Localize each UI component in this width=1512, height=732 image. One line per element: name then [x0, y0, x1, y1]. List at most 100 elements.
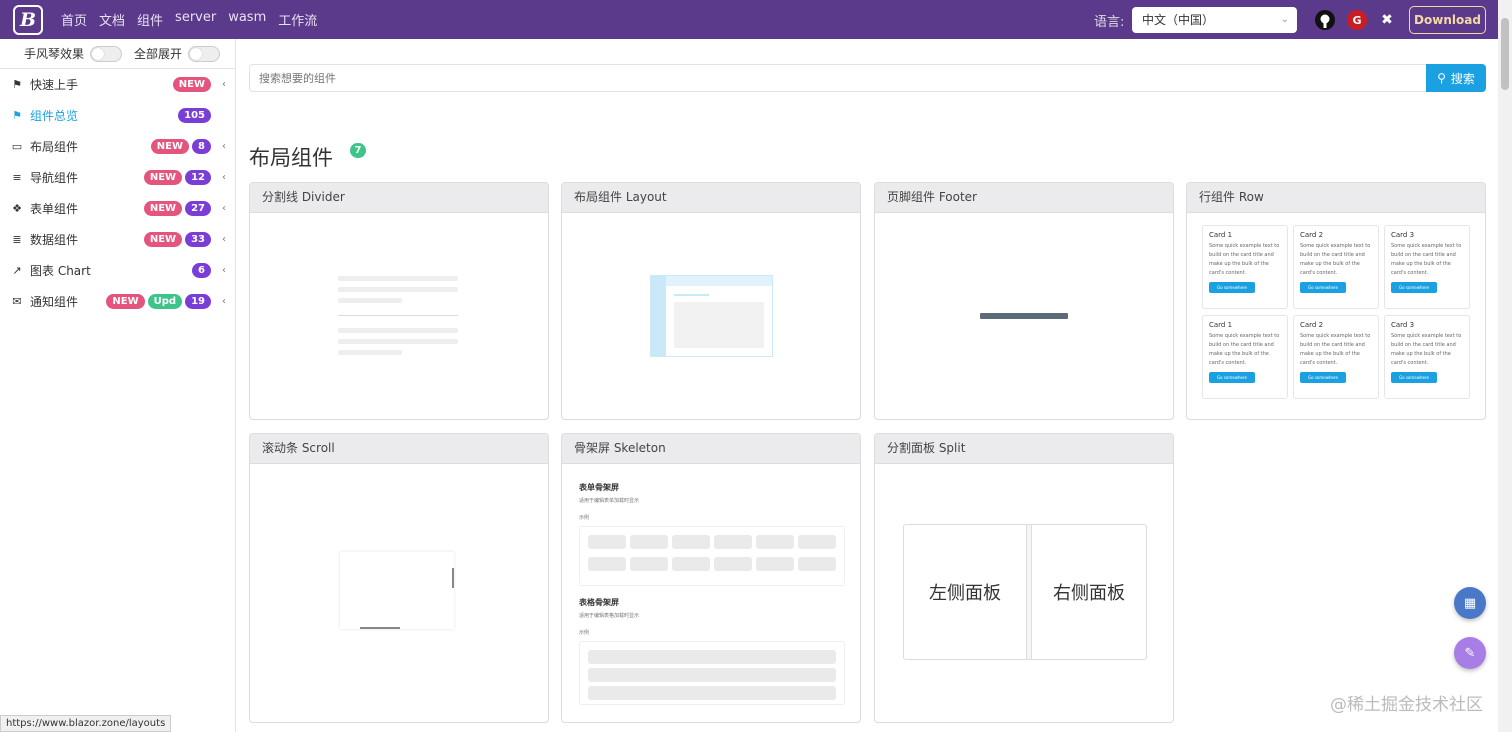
github-icon[interactable]	[1315, 10, 1335, 30]
component-card-footer[interactable]: 页脚组件 Footer	[874, 182, 1174, 420]
badge: 8	[192, 139, 211, 154]
mini-card-button: Go somewhere	[1391, 282, 1437, 293]
accordion-switch[interactable]	[90, 45, 123, 62]
component-card-split[interactable]: 分割面板 Split 左侧面板 右侧面板	[874, 433, 1174, 723]
mini-card-text: Some quick example text to build on the …	[1300, 333, 1371, 366]
gitee-icon[interactable]: G	[1347, 10, 1367, 30]
sidebar-item[interactable]: ≡ 导航组件 NEW 12 ‹	[0, 162, 235, 193]
sidebar-item-label: 表单组件	[30, 202, 79, 216]
sidebar-menu: ⚑ 快速上手 NEW ‹ ⚑ 组件总览 105 ▭ 布局组件 NEW 8 ‹ ≡ 导航组件 NEW 12 ‹ ❖ 表…	[0, 69, 235, 317]
page-scrollbar[interactable]	[1498, 0, 1512, 732]
component-card-row[interactable]: 行组件 Row Card 1 Some quick example text t…	[1186, 182, 1486, 420]
badge: 12	[185, 170, 211, 185]
logo[interactable]: B	[13, 4, 43, 35]
nav-wasm[interactable]: wasm	[228, 10, 266, 29]
search-button[interactable]: ⚲ 搜索	[1426, 64, 1486, 92]
sidebar-item-label: 图表 Chart	[30, 264, 91, 278]
sidebar-item[interactable]: ▭ 布局组件 NEW 8 ‹	[0, 131, 235, 162]
mini-card-button: Go somewhere	[1391, 372, 1437, 383]
sidebar-item-label: 组件总览	[30, 109, 79, 123]
sidebar-item[interactable]: ↗ 图表 Chart 6 ‹	[0, 255, 235, 286]
sidebar-item[interactable]: ❖ 表单组件 NEW 27 ‹	[0, 193, 235, 224]
expand-all-label: 全部展开	[134, 47, 183, 61]
skeleton-table-title: 表格骨架屏	[579, 598, 619, 607]
skeleton-form-desc: 适用于编辑表单加载时显示	[579, 498, 640, 504]
mini-card-title: Card 2	[1300, 321, 1324, 329]
scrollbar-thumb[interactable]	[1501, 18, 1509, 90]
skeleton-form-title: 表单骨架屏	[579, 483, 619, 492]
card-title: 分割线 Divider	[250, 183, 548, 213]
accordion-label: 手风琴效果	[24, 47, 85, 61]
chevron-left-icon: ‹	[222, 203, 226, 214]
mini-card-title: Card 1	[1209, 231, 1233, 239]
split-preview: 左侧面板 右侧面板	[875, 464, 1173, 671]
download-button[interactable]: Download	[1409, 6, 1486, 34]
mini-card-text: Some quick example text to build on the …	[1300, 243, 1371, 276]
component-card-scroll[interactable]: 滚动条 Scroll	[249, 433, 549, 723]
mini-card: Card 2 Some quick example text to build …	[1293, 315, 1379, 399]
theme-icon[interactable]: ▦	[1454, 587, 1486, 619]
sidebar-badges: NEW 8	[150, 139, 211, 154]
badge: NEW	[106, 294, 145, 309]
skeleton-preview: 表单骨架屏 适用于编辑表单加载时显示 示例 表格骨架屏 适用于编辑表格加载时显示…	[562, 464, 860, 705]
nav-docs[interactable]: 文档	[99, 10, 125, 29]
mini-card-text: Some quick example text to build on the …	[1209, 333, 1280, 366]
layout-preview	[562, 213, 860, 419]
badge: 33	[185, 232, 211, 247]
desktop-icon: ▭	[11, 140, 23, 153]
mini-card-button: Go somewhere	[1209, 372, 1255, 383]
language-select[interactable]: 中文（中国） ⌄	[1132, 7, 1297, 33]
badge: 27	[185, 201, 211, 216]
card-title: 页脚组件 Footer	[875, 183, 1173, 213]
card-title: 布局组件 Layout	[562, 183, 860, 213]
expand-all-switch[interactable]	[188, 45, 221, 62]
mini-card: Card 3 Some quick example text to build …	[1384, 225, 1470, 309]
language-value: 中文（中国）	[1142, 13, 1215, 27]
sidebar-item[interactable]: ≣ 数据组件 NEW 33 ‹	[0, 224, 235, 255]
split-right-pane: 右侧面板	[1053, 583, 1125, 604]
fullscreen-icon[interactable]: ✖	[1377, 10, 1397, 30]
badge: 6	[192, 263, 211, 278]
sidebar-item[interactable]: ⚑ 组件总览 105	[0, 100, 235, 131]
badge: NEW	[143, 170, 183, 185]
card-title: 骨架屏 Skeleton	[562, 434, 860, 464]
nav-components[interactable]: 组件	[137, 10, 163, 29]
badge: NEW	[150, 139, 190, 154]
component-card-divider[interactable]: 分割线 Divider	[249, 182, 549, 420]
footer-preview	[875, 213, 1173, 419]
main-nav: 首页 文档 组件 server wasm 工作流	[61, 10, 329, 29]
mini-card: Card 3 Some quick example text to build …	[1384, 315, 1470, 399]
search-bar: ⚲ 搜索	[249, 64, 1486, 92]
top-navbar: B 首页 文档 组件 server wasm 工作流 语言: 中文（中国） ⌄ …	[0, 0, 1498, 39]
badge: 105	[178, 108, 211, 123]
component-card-layout[interactable]: 布局组件 Layout	[561, 182, 861, 420]
mini-card-title: Card 2	[1300, 231, 1324, 239]
list-icon: ≡	[12, 171, 22, 184]
badge: NEW	[172, 77, 211, 92]
flag-icon: ⚑	[12, 78, 22, 91]
chevron-left-icon: ‹	[222, 296, 226, 307]
mini-card-text: Some quick example text to build on the …	[1209, 243, 1280, 276]
component-card-skeleton[interactable]: 骨架屏 Skeleton 表单骨架屏 适用于编辑表单加载时显示 示例 表格骨架屏…	[561, 433, 861, 723]
nav-home[interactable]: 首页	[61, 10, 87, 29]
chevron-left-icon: ‹	[222, 234, 226, 245]
sidebar-badges: 105	[178, 108, 211, 123]
chat-icon[interactable]: ✎	[1454, 637, 1486, 669]
mini-card: Card 2 Some quick example text to build …	[1293, 225, 1379, 309]
sidebar-item-label: 数据组件	[30, 233, 79, 247]
sidebar-item[interactable]: ✉ 通知组件 NEW Upd 19 ‹	[0, 286, 235, 317]
nav-workflow[interactable]: 工作流	[278, 10, 317, 29]
mini-card-title: Card 3	[1391, 321, 1415, 329]
skeleton-example-label: 示例	[579, 630, 590, 636]
mini-card-title: Card 1	[1209, 321, 1233, 329]
search-input[interactable]	[250, 65, 1420, 91]
sidebar-item[interactable]: ⚑ 快速上手 NEW ‹	[0, 69, 235, 100]
sidebar-item-label: 导航组件	[30, 171, 79, 185]
badge: NEW	[143, 232, 183, 247]
badge: Upd	[147, 294, 183, 309]
section-title: 布局组件	[249, 146, 333, 170]
comments-icon: ✉	[12, 295, 22, 308]
nav-server[interactable]: server	[175, 10, 216, 29]
flag-icon: ⚑	[12, 109, 22, 122]
skeleton-table-desc: 适用于编辑表格加载时显示	[579, 613, 640, 619]
